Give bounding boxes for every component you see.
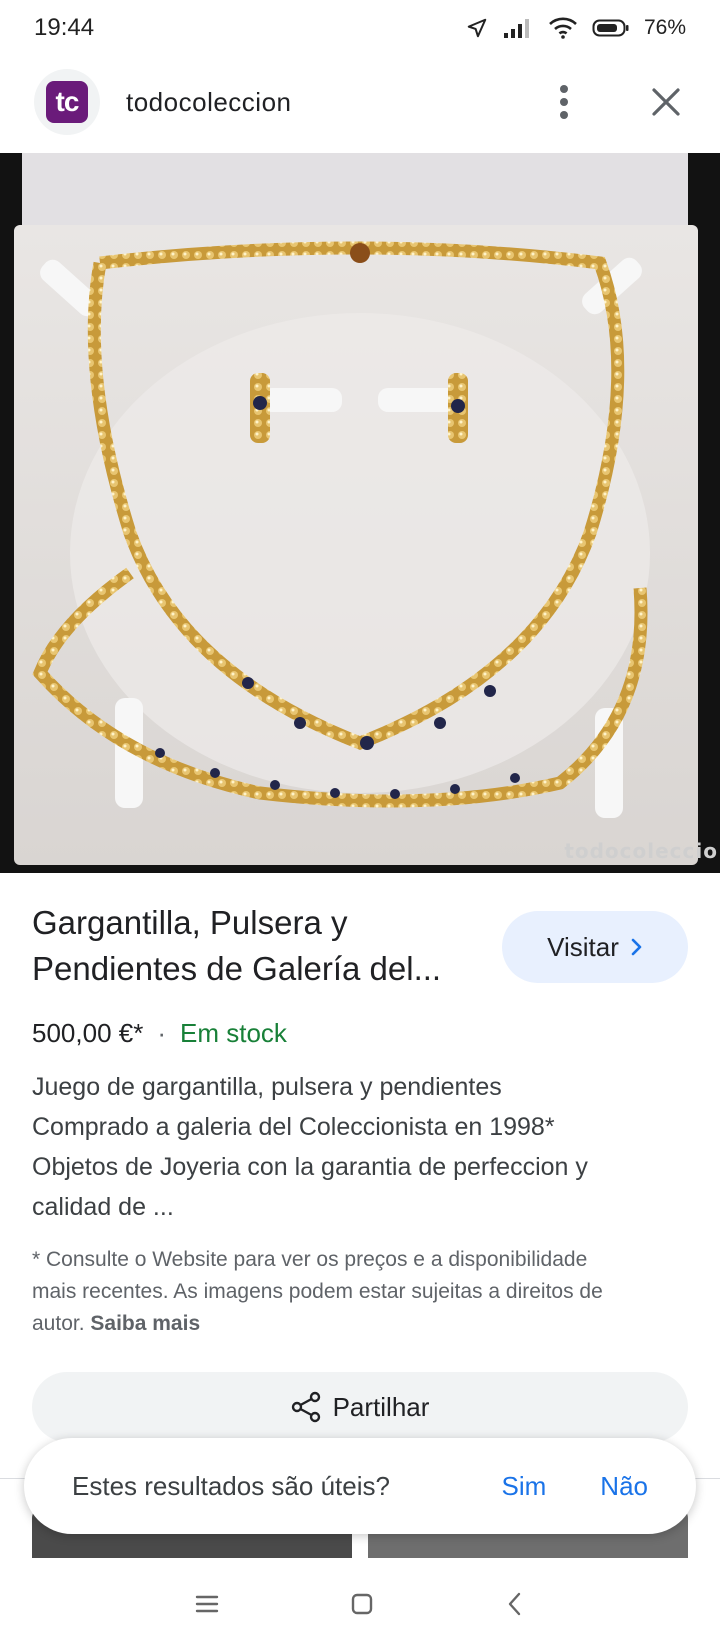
site-name[interactable]: todocoleccion (126, 87, 292, 118)
price-line: 500,00 €* · Em stock (32, 1018, 287, 1049)
product-title-line2: Pendientes de Galería del... (32, 950, 442, 987)
feedback-question: Estes resultados são úteis? (72, 1470, 390, 1501)
share-label: Partilhar (332, 1391, 430, 1422)
battery-level: 76% (643, 16, 686, 39)
battery-icon (592, 19, 629, 37)
separator: · (157, 1018, 166, 1048)
status-icons: 76% (466, 16, 686, 40)
site-header: tc todocoleccion (0, 62, 720, 142)
feedback-yes-button[interactable]: Sim (502, 1471, 547, 1502)
chevron-right-icon (631, 938, 642, 956)
product-title[interactable]: Gargantilla, Pulsera y Pendientes de Gal… (32, 900, 462, 992)
description-line: Objetos de Joyeria con la garantia de pe… (32, 1153, 588, 1181)
back-icon[interactable] (504, 1591, 526, 1617)
menu-icon[interactable] (194, 1593, 220, 1615)
image-watermark: todocoleccio (564, 839, 718, 863)
visit-button[interactable]: Visitar (502, 911, 688, 983)
status-time: 19:44 (34, 14, 95, 41)
description-line: Juego de gargantilla, pulsera y pendient… (32, 1073, 502, 1101)
location-arrow-icon (467, 18, 487, 38)
share-icon (291, 1391, 320, 1423)
disclaimer: * Consulte o Website para ver os preços … (32, 1244, 692, 1340)
price: 500,00 €* (32, 1018, 144, 1048)
close-icon[interactable] (646, 82, 686, 122)
product-description: Juego de gargantilla, pulsera y pendient… (32, 1067, 692, 1227)
disclaimer-line: * Consulte o Website para ver os preços … (32, 1248, 588, 1271)
description-line: Comprado a galeria del Coleccionista en … (32, 1113, 555, 1141)
more-vert-icon[interactable] (544, 82, 584, 122)
description-line: calidad de ... (32, 1193, 174, 1221)
wifi-icon (549, 17, 577, 39)
visit-label: Visitar (547, 931, 619, 962)
navigation-bar (0, 1558, 720, 1650)
home-square-icon[interactable] (349, 1591, 375, 1617)
status-bar: 19:44 76% (0, 0, 720, 56)
share-button[interactable]: Partilhar (32, 1372, 688, 1442)
feedback-card: Estes resultados são úteis? Sim Não (24, 1438, 696, 1534)
signal-icon (503, 19, 529, 38)
feedback-no-button[interactable]: Não (600, 1471, 648, 1502)
site-logo[interactable]: tc (34, 69, 100, 135)
learn-more-link[interactable]: Saiba mais (90, 1312, 200, 1335)
disclaimer-line: autor. (32, 1312, 91, 1335)
product-title-line1: Gargantilla, Pulsera y (32, 904, 348, 941)
product-image[interactable]: todocoleccio (0, 153, 720, 873)
stock-status: Em stock (180, 1018, 287, 1048)
disclaimer-line: mais recentes. As imagens podem estar su… (32, 1280, 603, 1303)
site-logo-text: tc (46, 81, 88, 123)
